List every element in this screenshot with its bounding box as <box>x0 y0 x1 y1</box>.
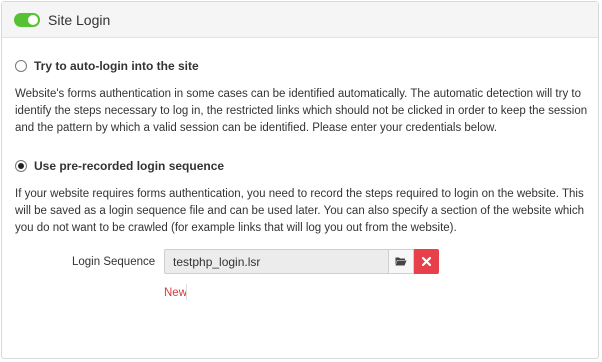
site-login-toggle[interactable] <box>14 12 40 27</box>
divider <box>186 284 187 300</box>
auto-login-radio[interactable] <box>15 60 27 72</box>
login-sequence-input[interactable] <box>164 249 389 274</box>
prerecorded-radio[interactable] <box>15 160 27 172</box>
browse-button[interactable] <box>389 249 414 274</box>
new-sequence-link[interactable]: New <box>164 287 187 299</box>
login-sequence-label: Login Sequence <box>72 256 156 268</box>
site-login-panel: Site Login <box>1 1 599 359</box>
folder-open-icon <box>395 253 407 271</box>
close-icon <box>421 253 432 271</box>
prerecorded-description: If your website requires forms authentic… <box>15 188 584 234</box>
prerecorded-option[interactable]: Use pre-recorded login sequence <box>15 159 224 173</box>
auto-login-description: Website's forms authentication in some c… <box>15 88 588 134</box>
prerecorded-label: Use pre-recorded login sequence <box>34 159 225 173</box>
panel-header: Site Login <box>2 2 598 38</box>
panel-title: Site Login <box>48 11 111 28</box>
toggle-knob <box>28 14 38 25</box>
login-sequence-input-group <box>164 249 439 274</box>
clear-button[interactable] <box>414 249 439 274</box>
auto-login-label: Try to auto-login into the site <box>34 59 199 73</box>
auto-login-option[interactable]: Try to auto-login into the site <box>15 59 199 73</box>
